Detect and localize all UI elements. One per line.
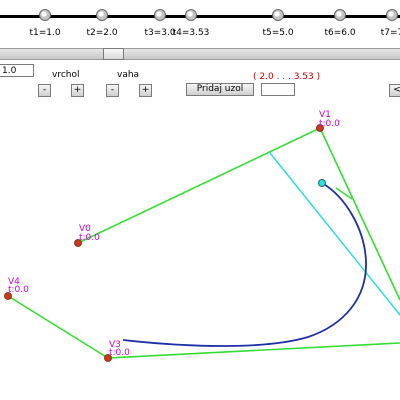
vertex-param: t:0.0 [8,285,29,295]
control-polygon-lower [7,295,400,359]
vertex-v4[interactable]: V4 t:0.0 [4,277,30,300]
vertex-v1[interactable]: V1 t:0.0 [316,110,341,132]
bspline-curve [122,182,367,347]
vertex-param: t:0.0 [109,348,130,358]
vertex-param: t:0.0 [319,119,340,129]
vertex-param: t:0.0 [79,233,100,243]
tangent-line [269,152,400,316]
vertex-v0[interactable]: V0 t:0.0 [74,224,101,247]
curve-point-marker[interactable] [318,179,326,187]
curve-canvas[interactable]: V1 t:0.0 V0 t:0.0 V4 t:0.0 V3 t:0.0 [0,0,400,400]
